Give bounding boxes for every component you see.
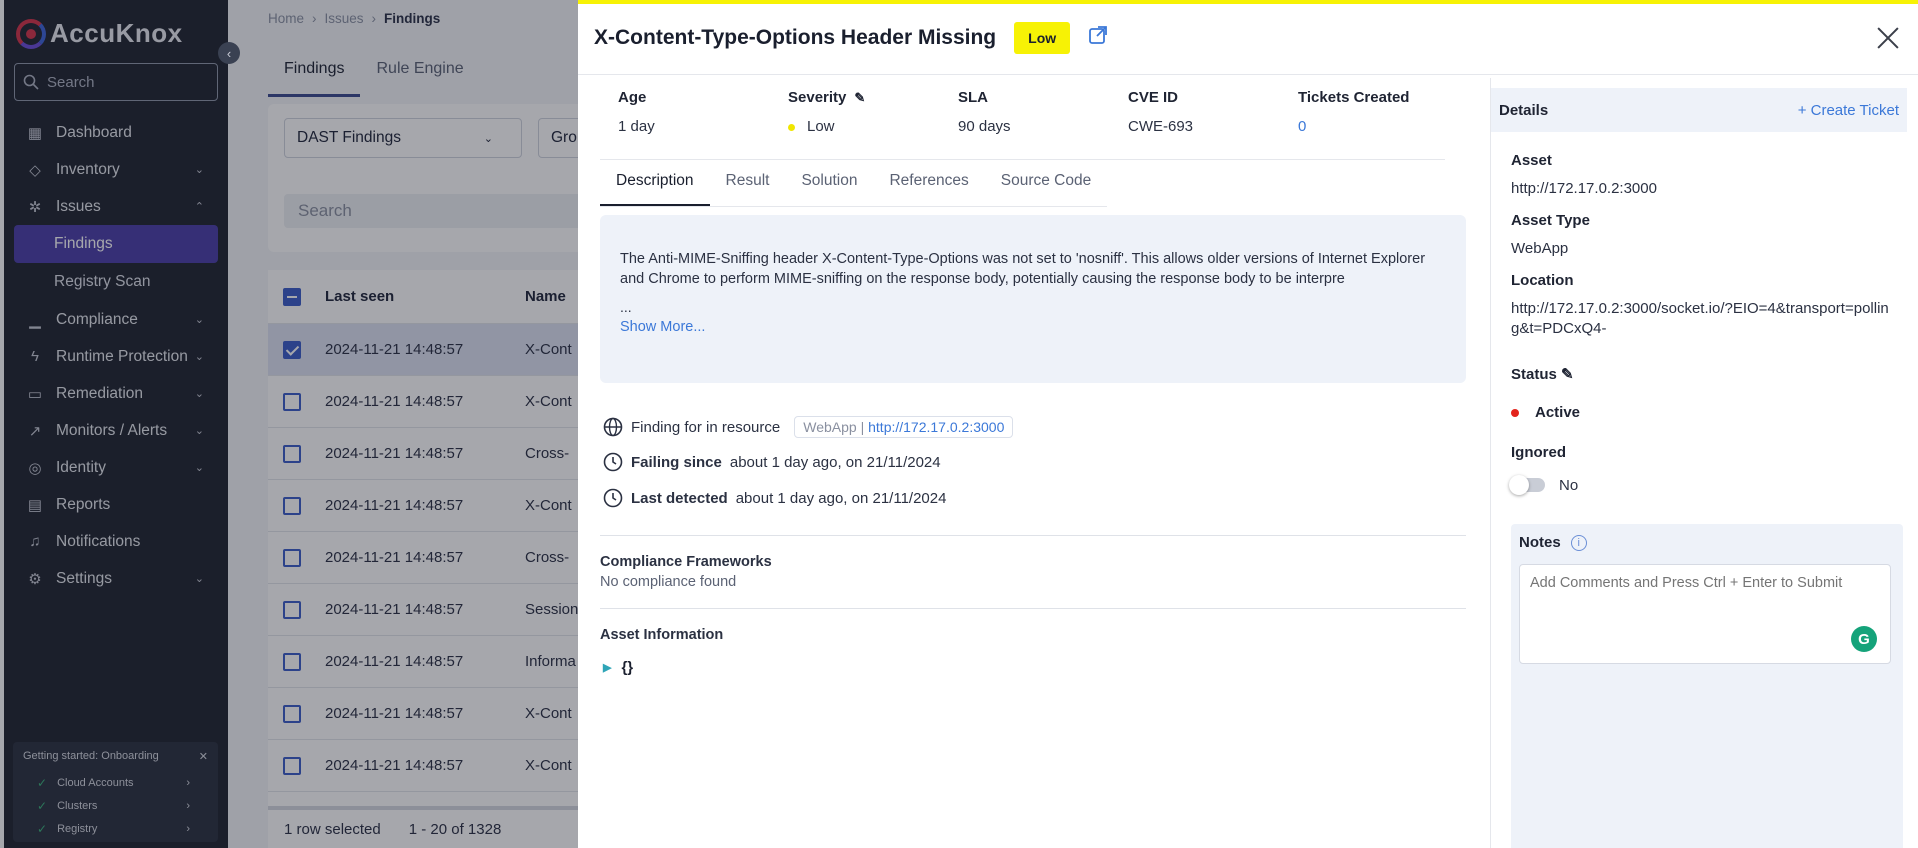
tab-solution[interactable]: Solution xyxy=(785,164,873,206)
details-panel: Details + Create Ticket Asset http://172… xyxy=(1490,78,1918,848)
severity-label: Severity ✎ xyxy=(788,89,865,106)
finding-resource-label: Finding for in resource xyxy=(631,418,781,436)
sla-value: 90 days xyxy=(958,118,1011,135)
finding-detail-drawer: X-Content-Type-Options Header Missing Lo… xyxy=(578,0,1918,848)
external-link-icon[interactable] xyxy=(1088,25,1108,51)
tickets-label: Tickets Created xyxy=(1298,89,1410,106)
resource-separator: | xyxy=(860,419,865,435)
last-detected-value: about 1 day ago, on 21/11/2024 xyxy=(735,489,947,507)
section-divider xyxy=(600,535,1466,536)
section-divider xyxy=(600,608,1466,609)
status-label-text: Status xyxy=(1511,366,1557,383)
create-ticket-button[interactable]: + Create Ticket xyxy=(1798,102,1899,119)
description-box: The Anti-MIME-Sniffing header X-Content-… xyxy=(600,215,1466,383)
asset-value: http://172.17.0.2:3000 xyxy=(1511,180,1657,197)
description-ellipsis: ... xyxy=(620,299,632,315)
grammarly-icon[interactable]: G xyxy=(1851,626,1877,652)
meta-divider xyxy=(600,159,1445,160)
caret-right-icon: ▶ xyxy=(603,662,612,674)
pencil-icon[interactable]: ✎ xyxy=(1561,366,1574,383)
failing-since-label: Failing since xyxy=(631,453,722,471)
header-divider xyxy=(578,74,1918,75)
asset-info-tree[interactable]: ▶ {} xyxy=(603,659,633,676)
cve-label: CVE ID xyxy=(1128,89,1179,106)
failing-since-row: Failing since about 1 day ago, on 21/11/… xyxy=(603,452,941,472)
last-detected-row: Last detected about 1 day ago, on 21/11/… xyxy=(603,488,946,508)
ignored-value: No xyxy=(1559,477,1579,494)
age-label: Age xyxy=(618,89,647,106)
drawer-header: X-Content-Type-Options Header Missing Lo… xyxy=(594,22,1108,54)
status-value: Active xyxy=(1511,403,1891,423)
notes-label: Notes xyxy=(1519,534,1561,551)
tickets-count-link[interactable]: 0 xyxy=(1298,118,1409,135)
sla-label: SLA xyxy=(958,89,988,106)
status-label: Status ✎ xyxy=(1511,365,1574,383)
description-text: The Anti-MIME-Sniffing header X-Content-… xyxy=(620,251,1426,287)
status-value-text: Active xyxy=(1535,404,1581,421)
resource-chip: WebApp | http://172.17.0.2:3000 xyxy=(794,416,1014,438)
finding-tabs: Description Result Solution References S… xyxy=(600,164,1108,207)
compliance-value: No compliance found xyxy=(600,574,737,590)
asset-type-value: WebApp xyxy=(1511,240,1569,257)
ignored-toggle[interactable] xyxy=(1509,475,1545,495)
severity-dot xyxy=(788,123,795,131)
clock-icon xyxy=(603,452,623,472)
finding-resource-row: Finding for in resource WebApp | http://… xyxy=(603,416,1014,438)
location-value: http://172.17.0.2:3000/socket.io/?EIO=4&… xyxy=(1511,300,1889,337)
finding-meta: Age 1 day Severity ✎ Low SLA 90 days CVE ID C… xyxy=(618,89,1438,145)
severity-badge: Low xyxy=(1014,22,1071,54)
details-title: Details xyxy=(1499,101,1549,119)
status-dot xyxy=(1511,409,1519,418)
details-header: Details + Create Ticket xyxy=(1491,88,1907,132)
notes-section: Notesi G xyxy=(1511,524,1903,848)
finding-title: X-Content-Type-Options Header Missing xyxy=(594,26,997,49)
tab-source-code[interactable]: Source Code xyxy=(985,164,1107,206)
asset-type-label: Asset Type xyxy=(1511,212,1590,229)
show-more-link[interactable]: Show More... xyxy=(620,317,1446,337)
globe-icon xyxy=(603,417,623,437)
close-icon[interactable] xyxy=(1874,24,1902,52)
location-label: Location xyxy=(1511,272,1574,289)
resource-type: WebApp xyxy=(803,419,857,435)
severity-value-text: Low xyxy=(807,118,835,135)
tab-references[interactable]: References xyxy=(873,164,984,206)
age-value: 1 day xyxy=(618,118,655,135)
info-icon[interactable]: i xyxy=(1570,534,1587,551)
compliance-title: Compliance Frameworks xyxy=(600,554,772,570)
asset-info-title: Asset Information xyxy=(600,627,724,643)
chevron-left-icon: ‹ xyxy=(226,45,232,61)
asset-label: Asset xyxy=(1511,152,1552,169)
failing-since-value: about 1 day ago, on 21/11/2024 xyxy=(729,453,941,471)
resource-link[interactable]: http://172.17.0.2:3000 xyxy=(868,419,1004,435)
clock-icon xyxy=(603,488,623,508)
asset-info-json: {} xyxy=(621,659,634,676)
sidebar-collapse-button[interactable]: ‹ xyxy=(218,42,240,64)
tab-description[interactable]: Description xyxy=(600,164,710,206)
tab-result[interactable]: Result xyxy=(710,164,786,206)
notes-textarea[interactable] xyxy=(1519,564,1891,664)
severity-label-text: Severity xyxy=(788,89,847,106)
ignored-label: Ignored xyxy=(1511,444,1566,461)
last-detected-label: Last detected xyxy=(631,489,728,507)
severity-value: Low xyxy=(788,118,865,135)
cve-value: CWE-693 xyxy=(1128,118,1194,135)
pencil-icon[interactable]: ✎ xyxy=(854,90,865,105)
